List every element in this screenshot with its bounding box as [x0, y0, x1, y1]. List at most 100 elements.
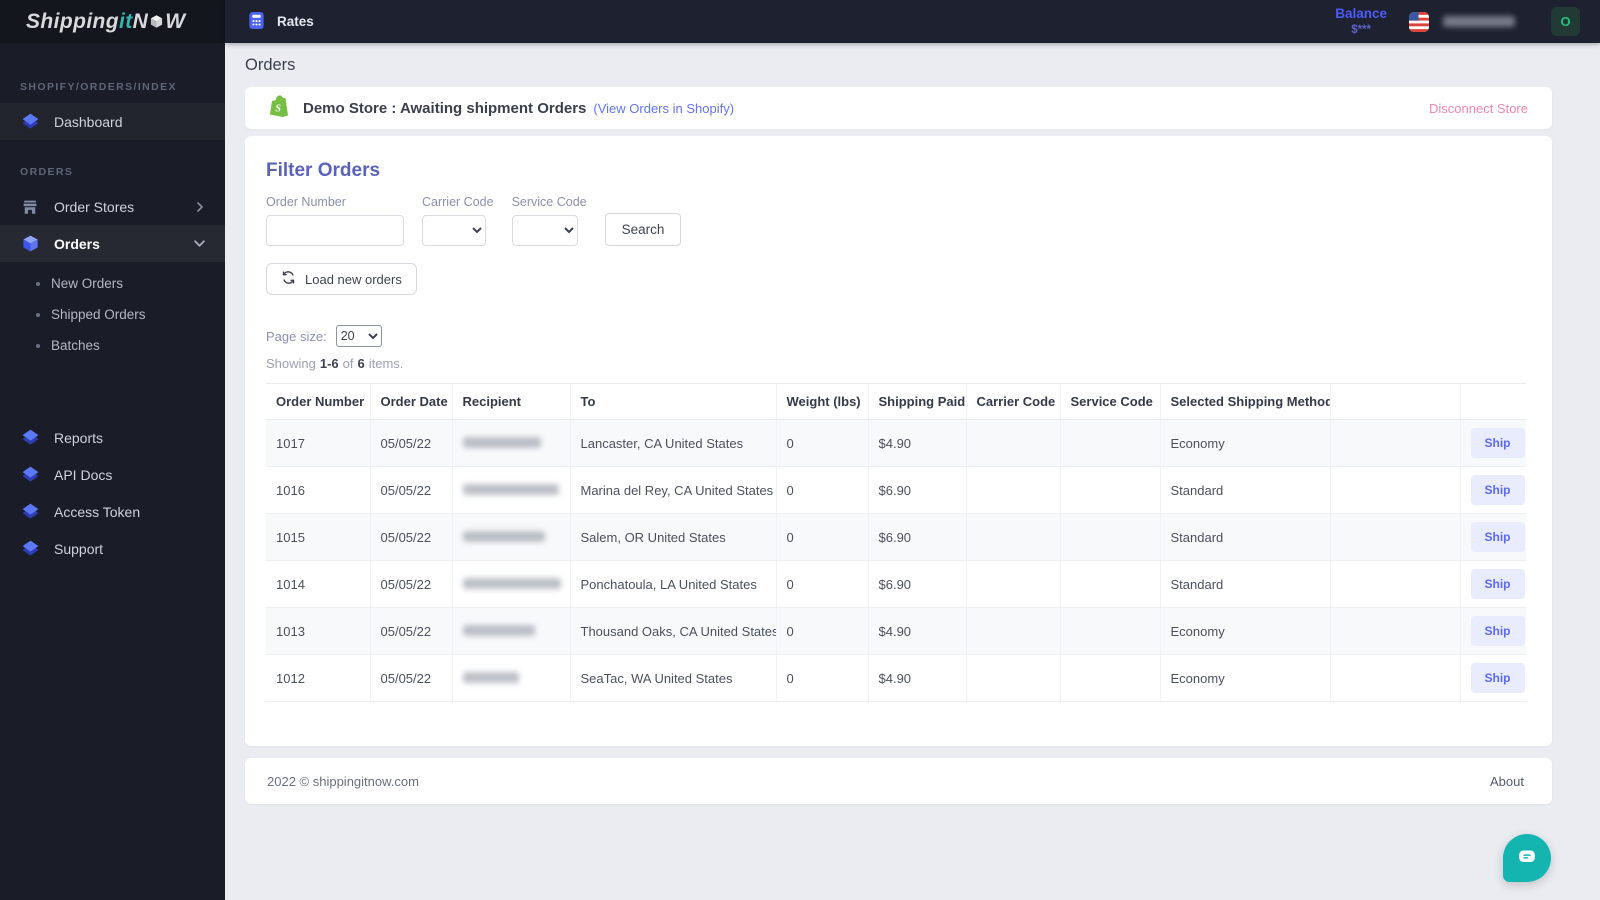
redacted-recipient: [462, 624, 535, 636]
balance-label: Balance: [1335, 5, 1387, 21]
sidebar-item-orders[interactable]: Orders: [0, 225, 225, 262]
ship-button[interactable]: Ship: [1470, 522, 1525, 552]
sidebar-item-reports[interactable]: Reports: [0, 419, 225, 456]
ship-button[interactable]: Ship: [1470, 475, 1525, 505]
disconnect-store-link[interactable]: Disconnect Store: [1429, 101, 1528, 116]
carrier-code-label: Carrier Code: [422, 195, 494, 209]
cell-to: Thousand Oaks, CA United States: [570, 607, 777, 655]
cell-spacer: [1330, 466, 1461, 514]
redacted-recipient: [462, 483, 559, 495]
logo-text-shipping: Shipping: [26, 9, 120, 33]
chevron-down-icon: [194, 238, 205, 249]
sidebar-item-order-stores[interactable]: Order Stores: [0, 188, 225, 225]
cell-recipient: [452, 654, 571, 702]
username-redacted[interactable]: [1443, 16, 1515, 27]
sidebar-item-api-docs[interactable]: API Docs: [0, 456, 225, 493]
ship-button[interactable]: Ship: [1470, 428, 1525, 458]
about-link[interactable]: About: [1490, 774, 1524, 789]
layers-diamond-icon: [20, 465, 40, 484]
service-code-select[interactable]: [511, 215, 578, 246]
nav-section-orders: ORDERS: [20, 166, 74, 178]
cell-actions: Ship: [1460, 419, 1526, 467]
cell-service-code: [1060, 654, 1161, 702]
cell-order-date: 05/05/22: [370, 513, 453, 561]
table-row: 1012 05/05/22 SeaTac, WA United States 0…: [266, 654, 1526, 702]
cell-spacer: [1330, 513, 1461, 561]
sidebar-item-dashboard[interactable]: Dashboard: [0, 103, 225, 140]
sidebar: Shipping it N W SHOPIFY/ORDERS/INDEX Dashbo…: [0, 0, 225, 900]
cell-weight: 0: [776, 607, 869, 655]
nav-rates[interactable]: Rates: [247, 11, 314, 33]
sub-item-label: Batches: [51, 338, 100, 353]
layers-diamond-icon: [20, 428, 40, 447]
sidebar-item-access-token[interactable]: Access Token: [0, 493, 225, 530]
balance-widget[interactable]: Balance $***: [1335, 6, 1387, 37]
search-button[interactable]: Search: [604, 213, 682, 246]
bullet-icon: [36, 312, 40, 317]
page-size-row: Page size: 20: [266, 325, 1526, 347]
cell-method: Economy: [1160, 419, 1331, 467]
service-code-field-group: Service Code: [511, 195, 587, 246]
page-size-label: Page size:: [266, 328, 327, 344]
ship-button[interactable]: Ship: [1470, 569, 1525, 599]
cell-weight: 0: [776, 654, 869, 702]
orders-subnav: New Orders Shipped Orders Batches: [0, 262, 225, 369]
cell-service-code: [1060, 560, 1161, 608]
cell-carrier-code: [966, 607, 1061, 655]
layers-diamond-icon: [20, 112, 40, 131]
bullet-icon: [36, 343, 40, 348]
table-row: 1013 05/05/22 Thousand Oaks, CA United S…: [266, 607, 1526, 655]
store-banner-title: Demo Store : Awaiting shipment Orders: [303, 99, 587, 117]
topbar: Rates Balance $*** O: [225, 0, 1600, 43]
sidebar-item-label: Support: [54, 540, 104, 557]
sub-item-label: Shipped Orders: [51, 307, 146, 322]
carrier-code-select[interactable]: [422, 215, 486, 246]
cell-order-number: 1016: [266, 466, 371, 514]
sidebar-item-label: Reports: [54, 429, 104, 446]
page-size-select[interactable]: 20: [335, 325, 382, 347]
svg-text:S: S: [275, 103, 281, 114]
table-row: 1014 05/05/22 Ponchatoula, LA United Sta…: [266, 560, 1526, 608]
col-selected-shipping-method: Selected Shipping Method: [1160, 383, 1331, 420]
sidebar-item-label: Orders: [54, 235, 100, 252]
load-new-orders-button[interactable]: Load new orders: [266, 263, 417, 295]
sidebar-item-shipped-orders[interactable]: Shipped Orders: [0, 299, 225, 330]
cell-order-number: 1013: [266, 607, 371, 655]
us-flag-icon[interactable]: [1409, 11, 1429, 32]
orders-table: Order Number Order Date Recipient To Wei…: [266, 383, 1526, 702]
view-orders-in-shopify-link[interactable]: (View Orders in Shopify): [593, 101, 734, 116]
sidebar-item-support[interactable]: Support: [0, 530, 225, 567]
cell-method: Standard: [1160, 560, 1331, 608]
cell-shipping-paid: $6.90: [868, 513, 967, 561]
showing-items: items.: [368, 356, 404, 371]
avatar[interactable]: O: [1551, 7, 1580, 36]
ship-button[interactable]: Ship: [1470, 616, 1525, 646]
cell-order-date: 05/05/22: [370, 654, 453, 702]
main-area: Rates Balance $*** O Orders S Demo Store…: [225, 0, 1600, 900]
cell-method: Standard: [1160, 513, 1331, 561]
cell-carrier-code: [966, 466, 1061, 514]
cell-order-number: 1017: [266, 419, 371, 467]
col-carrier-code: Carrier Code: [966, 383, 1061, 420]
ship-button[interactable]: Ship: [1470, 663, 1525, 693]
cell-service-code: [1060, 466, 1161, 514]
col-service-code: Service Code: [1060, 383, 1161, 420]
order-number-input[interactable]: [266, 215, 404, 246]
redacted-recipient: [462, 671, 519, 683]
table-row: 1015 05/05/22 Salem, OR United States 0 …: [266, 513, 1526, 561]
cell-actions: Ship: [1460, 607, 1526, 655]
cell-actions: Ship: [1460, 560, 1526, 608]
cell-to: Marina del Rey, CA United States: [570, 466, 777, 514]
sidebar-item-batches[interactable]: Batches: [0, 330, 225, 361]
chat-launcher-button[interactable]: [1503, 834, 1551, 882]
app-logo[interactable]: Shipping it N W: [26, 10, 185, 34]
sidebar-item-new-orders[interactable]: New Orders: [0, 268, 225, 299]
footer: 2022 © shippingitnow.com About: [245, 758, 1552, 804]
carrier-code-field-group: Carrier Code: [422, 195, 494, 246]
nav-rates-label: Rates: [277, 14, 314, 29]
cell-weight: 0: [776, 513, 869, 561]
load-new-orders-label: Load new orders: [305, 271, 402, 287]
cell-spacer: [1330, 607, 1461, 655]
shopify-icon: S: [269, 94, 289, 123]
cell-actions: Ship: [1460, 513, 1526, 561]
